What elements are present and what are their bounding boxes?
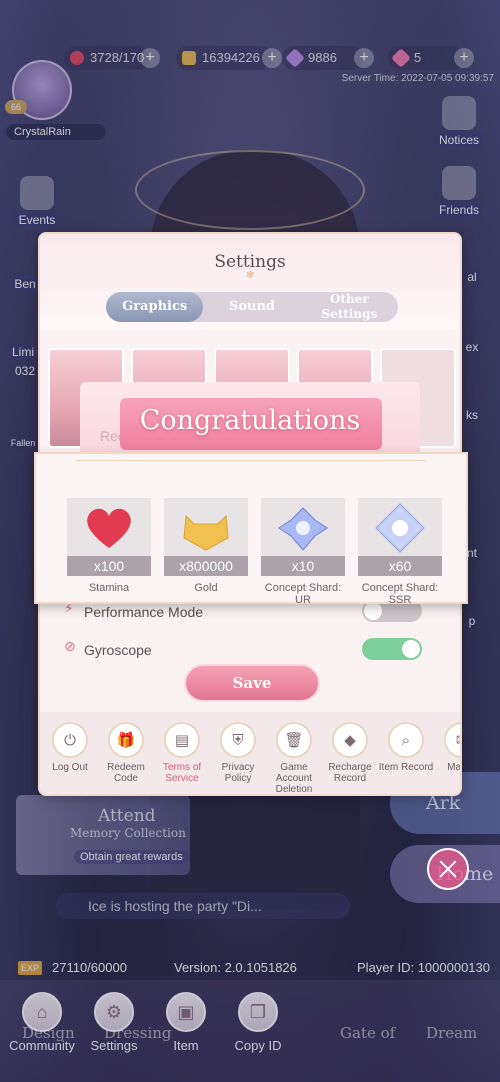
- settings-header: Settings ✻ Graphics Sound Other Settings: [40, 234, 460, 330]
- tab-graphics[interactable]: Graphics: [106, 292, 204, 322]
- account-deletion-button[interactable]: 🗑 Game Account Deletion: [266, 722, 322, 794]
- mail-icon: ✉: [444, 722, 460, 758]
- reward-box: x100: [67, 498, 151, 576]
- trash-icon: 🗑: [276, 722, 312, 758]
- divider: [76, 460, 426, 461]
- reward-item: x100 Stamina: [67, 498, 151, 594]
- heart-icon: [87, 508, 131, 548]
- mail-record-button[interactable]: ✉ Ma Re: [434, 722, 460, 773]
- snowflake-icon: ✻: [246, 270, 255, 281]
- gold-cat-icon: [183, 514, 229, 551]
- settings-title: Settings: [214, 252, 286, 272]
- diamond-icon: ◆: [332, 722, 368, 758]
- search-document-icon: ⌕: [388, 722, 424, 758]
- shield-icon: ⛨: [220, 722, 256, 758]
- reward-item: x60 Concept Shard: SSR: [358, 498, 442, 606]
- congrats-title: Congratulations: [139, 405, 361, 436]
- reward-item: x10 Concept Shard: UR: [261, 498, 345, 606]
- tab-other-settings[interactable]: Other Settings: [301, 292, 398, 322]
- diamond-shard-icon: [375, 503, 425, 553]
- reward-box: x60: [358, 498, 442, 576]
- performance-mode-label: Performance Mode: [84, 604, 204, 620]
- reward-item: x800000 Gold: [164, 498, 248, 594]
- settings-tabs: Graphics Sound Other Settings: [106, 292, 398, 322]
- gift-icon: 🎁: [108, 722, 144, 758]
- gyroscope-icon: ⊘: [64, 638, 76, 654]
- reward-box: x800000: [164, 498, 248, 576]
- log-out-button[interactable]: ⏻ Log Out: [42, 722, 98, 773]
- reward-box: x10: [261, 498, 345, 576]
- close-icon[interactable]: [427, 848, 469, 890]
- document-icon: ▤: [164, 722, 200, 758]
- settings-footer: ⏻ Log Out 🎁 Redeem Code ▤ Terms of Servi…: [40, 712, 460, 794]
- toggle-knob: [402, 640, 420, 658]
- redeem-code-button[interactable]: 🎁 Redeem Code: [98, 722, 154, 784]
- gyroscope-row: ⊘ Gyroscope: [60, 636, 444, 664]
- save-button[interactable]: Save: [184, 664, 320, 702]
- gyroscope-toggle[interactable]: [362, 638, 422, 660]
- item-record-button[interactable]: ⌕ Item Record: [378, 722, 434, 773]
- privacy-policy-button[interactable]: ⛨ Privacy Policy: [210, 722, 266, 784]
- terms-of-service-button[interactable]: ▤ Terms of Service: [154, 722, 210, 784]
- recharge-record-button[interactable]: ◆ Recharge Record: [322, 722, 378, 784]
- power-icon: ⏻: [52, 722, 88, 758]
- tab-sound[interactable]: Sound: [203, 292, 300, 322]
- gyroscope-label: Gyroscope: [84, 642, 152, 658]
- reward-panel[interactable]: x100 Stamina x800000 Gold x10 Concept Sh…: [34, 452, 468, 606]
- snowflake-shard-icon: [278, 507, 328, 551]
